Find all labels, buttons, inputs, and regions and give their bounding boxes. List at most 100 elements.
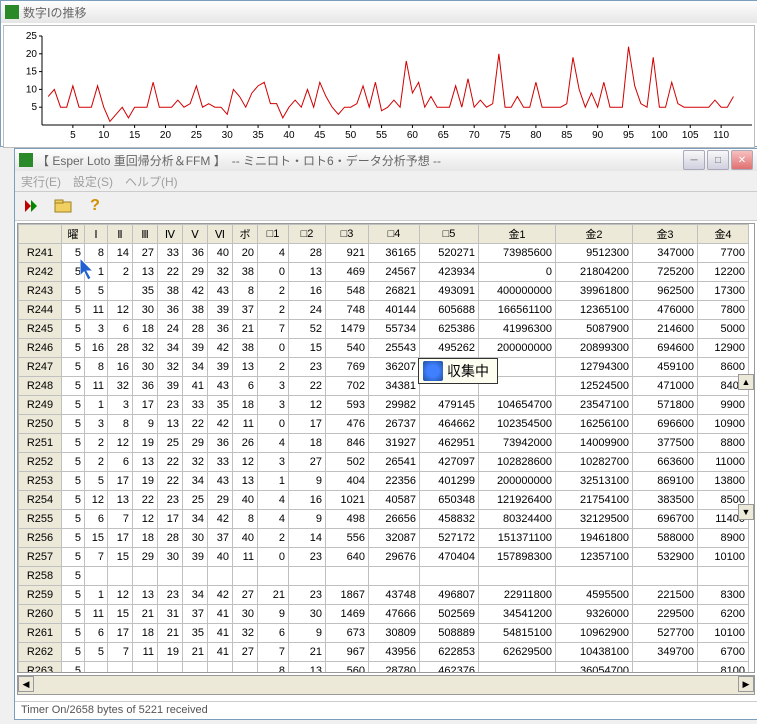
row-header[interactable]: R252 (19, 453, 62, 472)
cell[interactable]: 18 (233, 396, 258, 415)
cell[interactable]: 4 (258, 510, 289, 529)
cell[interactable]: 37 (233, 301, 258, 320)
cell[interactable]: 400000000 (479, 282, 556, 301)
chart-titlebar[interactable]: 数字Ⅰの推移 (1, 1, 757, 23)
cell[interactable]: 37 (208, 529, 233, 548)
cell[interactable]: 1479 (326, 320, 369, 339)
cell[interactable]: 5 (62, 529, 85, 548)
cell[interactable]: 32 (183, 453, 208, 472)
table-row[interactable]: R259511213233442272123186743748496807229… (19, 586, 749, 605)
cell[interactable]: 20 (233, 244, 258, 263)
cell[interactable]: 30 (133, 358, 158, 377)
cell[interactable]: 43 (208, 472, 233, 491)
cell[interactable]: 40587 (369, 491, 420, 510)
cell[interactable]: 3 (258, 377, 289, 396)
cell[interactable]: 14009900 (556, 434, 633, 453)
cell[interactable]: 560 (326, 662, 369, 674)
cell[interactable]: 200000000 (479, 472, 556, 491)
cell[interactable]: 527700 (633, 624, 698, 643)
cell[interactable]: 22 (289, 377, 326, 396)
col-header[interactable]: ボ (233, 225, 258, 244)
cell[interactable]: 921 (326, 244, 369, 263)
cell[interactable]: 15 (289, 339, 326, 358)
cell[interactable]: 34 (183, 586, 208, 605)
run-icon[interactable] (21, 196, 41, 216)
cell[interactable]: 17 (108, 529, 133, 548)
cell[interactable]: 17300 (698, 282, 749, 301)
cell[interactable]: 5087900 (556, 320, 633, 339)
cell[interactable] (698, 567, 749, 586)
cell[interactable]: 9 (258, 605, 289, 624)
cell[interactable]: 8800 (698, 434, 749, 453)
cell[interactable]: 73942000 (479, 434, 556, 453)
table-row[interactable]: R245536182428362175214795573462538641996… (19, 320, 749, 339)
cell[interactable]: 27 (233, 643, 258, 662)
menu-run[interactable]: 実行(E) (21, 173, 61, 190)
cell[interactable]: 11 (85, 301, 108, 320)
menu-help[interactable]: ヘルプ(H) (125, 173, 178, 190)
cell[interactable]: 476000 (633, 301, 698, 320)
cell[interactable]: 30 (133, 301, 158, 320)
cell[interactable]: 556 (326, 529, 369, 548)
cell[interactable]: 41 (183, 377, 208, 396)
cell[interactable]: 13 (233, 472, 258, 491)
cell[interactable]: 33 (183, 396, 208, 415)
col-header[interactable]: 金1 (479, 225, 556, 244)
row-header[interactable]: R247 (19, 358, 62, 377)
cell[interactable]: 7 (258, 320, 289, 339)
cell[interactable]: 33 (208, 453, 233, 472)
cell[interactable]: 11 (233, 548, 258, 567)
cell[interactable]: 12357100 (556, 548, 633, 567)
cell[interactable]: 37 (183, 605, 208, 624)
cell[interactable]: 769 (326, 358, 369, 377)
cell[interactable]: 25543 (369, 339, 420, 358)
cell[interactable]: 13800 (698, 472, 749, 491)
cell[interactable]: 571800 (633, 396, 698, 415)
cell[interactable]: 4595500 (556, 586, 633, 605)
cell[interactable]: 10100 (698, 548, 749, 567)
row-header[interactable]: R261 (19, 624, 62, 643)
cell[interactable]: 39961800 (556, 282, 633, 301)
cell[interactable]: 2 (258, 282, 289, 301)
col-header[interactable] (19, 225, 62, 244)
cell[interactable]: 102828600 (479, 453, 556, 472)
cell[interactable]: 42 (208, 415, 233, 434)
cell[interactable]: 13 (133, 263, 158, 282)
cell[interactable]: 6 (85, 510, 108, 529)
cell[interactable]: 19 (133, 472, 158, 491)
cell[interactable]: 32513100 (556, 472, 633, 491)
col-header[interactable]: □1 (258, 225, 289, 244)
col-header[interactable]: 金3 (633, 225, 698, 244)
row-header[interactable]: R248 (19, 377, 62, 396)
cell[interactable]: 34381 (369, 377, 420, 396)
cell[interactable]: 5 (62, 643, 85, 662)
cell[interactable]: 24 (289, 301, 326, 320)
cell[interactable]: 34 (183, 358, 208, 377)
cell[interactable]: 14 (108, 244, 133, 263)
cell[interactable]: 8 (108, 415, 133, 434)
cell[interactable]: 2 (258, 529, 289, 548)
cell[interactable]: 22356 (369, 472, 420, 491)
row-header[interactable]: R257 (19, 548, 62, 567)
row-header[interactable]: R262 (19, 643, 62, 662)
cell[interactable]: 13 (108, 491, 133, 510)
cell[interactable]: 23 (289, 586, 326, 605)
cell[interactable]: 28 (108, 339, 133, 358)
cell[interactable]: 12 (108, 301, 133, 320)
cell[interactable]: 40144 (369, 301, 420, 320)
cell[interactable]: 16 (85, 339, 108, 358)
cell[interactable]: 471000 (633, 377, 698, 396)
cell[interactable]: 2 (258, 301, 289, 320)
cell[interactable]: 508889 (420, 624, 479, 643)
cell[interactable]: 5 (62, 453, 85, 472)
cell[interactable]: 28 (183, 320, 208, 339)
cell[interactable]: 17 (108, 624, 133, 643)
cell[interactable]: 9512300 (556, 244, 633, 263)
cell[interactable]: 6 (233, 377, 258, 396)
cell[interactable]: 5 (62, 339, 85, 358)
table-row[interactable]: R254512132223252940416102140587650348121… (19, 491, 749, 510)
col-header[interactable]: Ⅱ (108, 225, 133, 244)
cell[interactable]: 166561100 (479, 301, 556, 320)
cell[interactable]: 0 (479, 263, 556, 282)
cell[interactable]: 36 (208, 434, 233, 453)
